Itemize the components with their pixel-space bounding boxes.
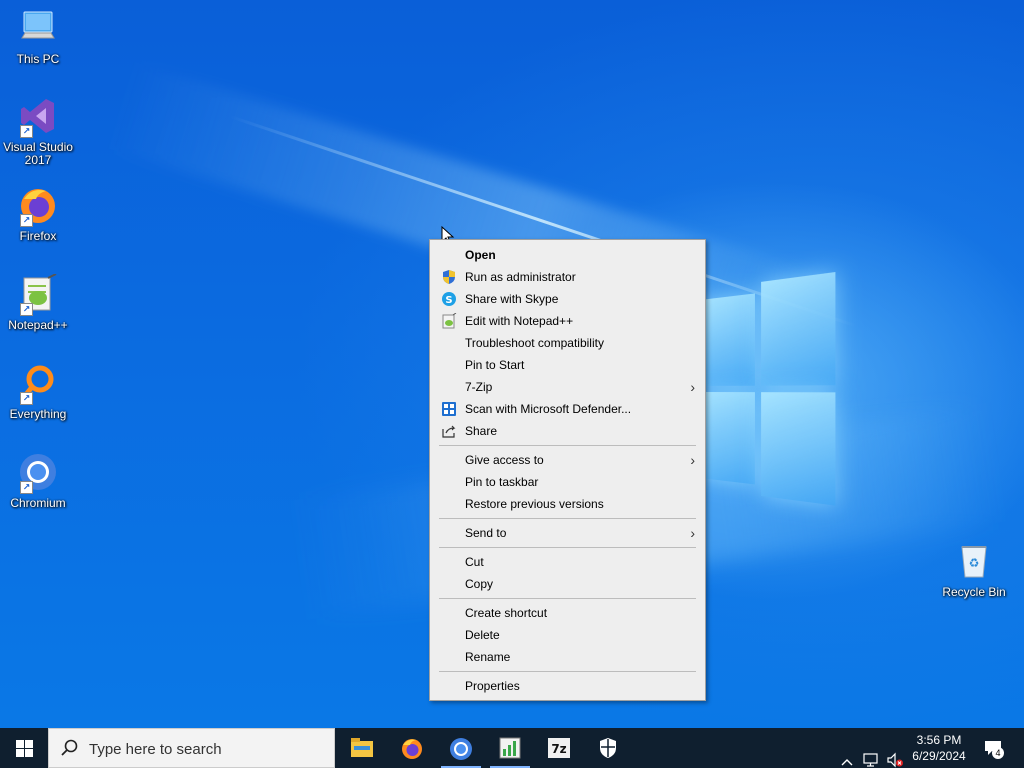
desktop-icon-chromium[interactable]: ↗ Chromium [0, 452, 76, 510]
taskbar-app-task-manager[interactable] [486, 728, 534, 768]
uac-shield-icon [441, 269, 457, 285]
menu-separator [439, 598, 696, 599]
7zip-icon: 7z [548, 738, 570, 758]
firefox-icon [402, 739, 422, 759]
menu-item-7zip[interactable]: 7-Zip › [432, 376, 703, 398]
shortcut-arrow-icon: ↗ [20, 481, 33, 494]
this-pc-icon [18, 8, 58, 48]
menu-item-run-as-administrator[interactable]: Run as administrator [432, 266, 703, 288]
menu-item-copy[interactable]: Copy [432, 573, 703, 595]
menu-item-cut[interactable]: Cut [432, 551, 703, 573]
clock-time: 3:56 PM [916, 733, 962, 747]
desktop-icon-this-pc[interactable]: This PC [0, 8, 76, 66]
taskbar-app-defender[interactable] [584, 728, 632, 768]
notepadpp-icon [441, 312, 457, 329]
taskbar-app-file-explorer[interactable] [338, 728, 386, 768]
menu-item-scan-with-defender[interactable]: Scan with Microsoft Defender... [432, 398, 703, 420]
menu-item-pin-to-taskbar[interactable]: Pin to taskbar [432, 471, 703, 493]
defender-icon [441, 401, 457, 417]
search-placeholder: Type here to search [89, 741, 222, 758]
shortcut-arrow-icon: ↗ [20, 392, 33, 405]
menu-separator [439, 445, 696, 446]
menu-item-delete[interactable]: Delete [432, 624, 703, 646]
taskbar: Type here to search 7z 3:56 PM 6/29/2024… [0, 728, 1024, 768]
menu-item-properties[interactable]: Properties [432, 675, 703, 697]
menu-item-open[interactable]: Open [432, 244, 703, 266]
taskbar-app-firefox[interactable] [388, 728, 436, 768]
menu-item-troubleshoot-compatibility[interactable]: Troubleshoot compatibility [432, 332, 703, 354]
clock-date: 6/29/2024 [912, 749, 966, 763]
skype-icon: S [441, 291, 457, 307]
menu-item-create-shortcut[interactable]: Create shortcut [432, 602, 703, 624]
volume-muted-icon[interactable] [886, 740, 904, 780]
shortcut-arrow-icon: ↗ [20, 303, 33, 316]
recycle-bin-icon: ♻ [954, 541, 994, 581]
menu-item-give-access-to[interactable]: Give access to › [432, 449, 703, 471]
firefox-icon: ↗ [18, 185, 58, 227]
menu-item-send-to[interactable]: Send to › [432, 522, 703, 544]
notepadpp-icon: ↗ [18, 273, 58, 316]
menu-item-restore-previous-versions[interactable]: Restore previous versions [432, 493, 703, 515]
taskbar-search-box[interactable]: Type here to search [48, 728, 335, 768]
menu-item-share-with-skype[interactable]: S Share with Skype [432, 288, 703, 310]
menu-separator [439, 671, 696, 672]
chromium-icon: ↗ [18, 452, 58, 494]
desktop-icon-recycle-bin[interactable]: ♻ Recycle Bin [936, 541, 1012, 599]
windows-start-icon [16, 740, 33, 757]
submenu-arrow-icon: › [690, 379, 695, 395]
desktop-icon-firefox[interactable]: ↗ Firefox [0, 185, 76, 243]
menu-item-pin-to-start[interactable]: Pin to Start [432, 354, 703, 376]
search-icon [61, 739, 78, 756]
desktop-icon-everything[interactable]: ↗ Everything [0, 363, 76, 421]
svg-text:7z: 7z [551, 742, 566, 756]
taskbar-app-7zip[interactable]: 7z [535, 728, 583, 768]
network-icon[interactable] [862, 740, 880, 780]
desktop-icon-notepadpp[interactable]: ↗ Notepad++ [0, 273, 76, 332]
defender-shield-icon [600, 738, 616, 758]
everything-icon: ↗ [18, 363, 58, 405]
menu-item-rename[interactable]: Rename [432, 646, 703, 668]
action-center-button[interactable]: 4 [982, 728, 1006, 768]
taskbar-app-chromium[interactable] [437, 728, 485, 768]
start-button[interactable] [0, 728, 48, 768]
submenu-arrow-icon: › [690, 525, 695, 541]
show-hidden-icons-chevron-icon[interactable] [840, 742, 854, 782]
desktop-icon-visual-studio[interactable]: ↗ Visual Studio 2017 [0, 96, 76, 167]
svg-text:S: S [445, 295, 452, 306]
chromium-icon [450, 738, 472, 760]
context-menu: Open Run as administrator S Share with S… [429, 239, 706, 701]
svg-text:♻: ♻ [969, 556, 980, 570]
wallpaper-windows-logo [700, 271, 836, 508]
shortcut-arrow-icon: ↗ [20, 125, 33, 138]
shortcut-arrow-icon: ↗ [20, 214, 33, 227]
desktop[interactable]: This PC ↗ Visual Studio 2017 ↗ Firefox ↗… [0, 0, 1024, 728]
file-explorer-icon [351, 738, 373, 757]
share-icon [441, 423, 457, 439]
visual-studio-icon: ↗ [18, 96, 58, 138]
system-clock[interactable]: 3:56 PM 6/29/2024 [908, 732, 970, 764]
menu-separator [439, 547, 696, 548]
submenu-arrow-icon: › [690, 452, 695, 468]
notification-count-badge: 4 [992, 747, 1004, 759]
menu-item-share[interactable]: Share [432, 420, 703, 442]
menu-separator [439, 518, 696, 519]
menu-item-edit-with-notepadpp[interactable]: Edit with Notepad++ [432, 310, 703, 332]
task-manager-icon [499, 737, 521, 759]
